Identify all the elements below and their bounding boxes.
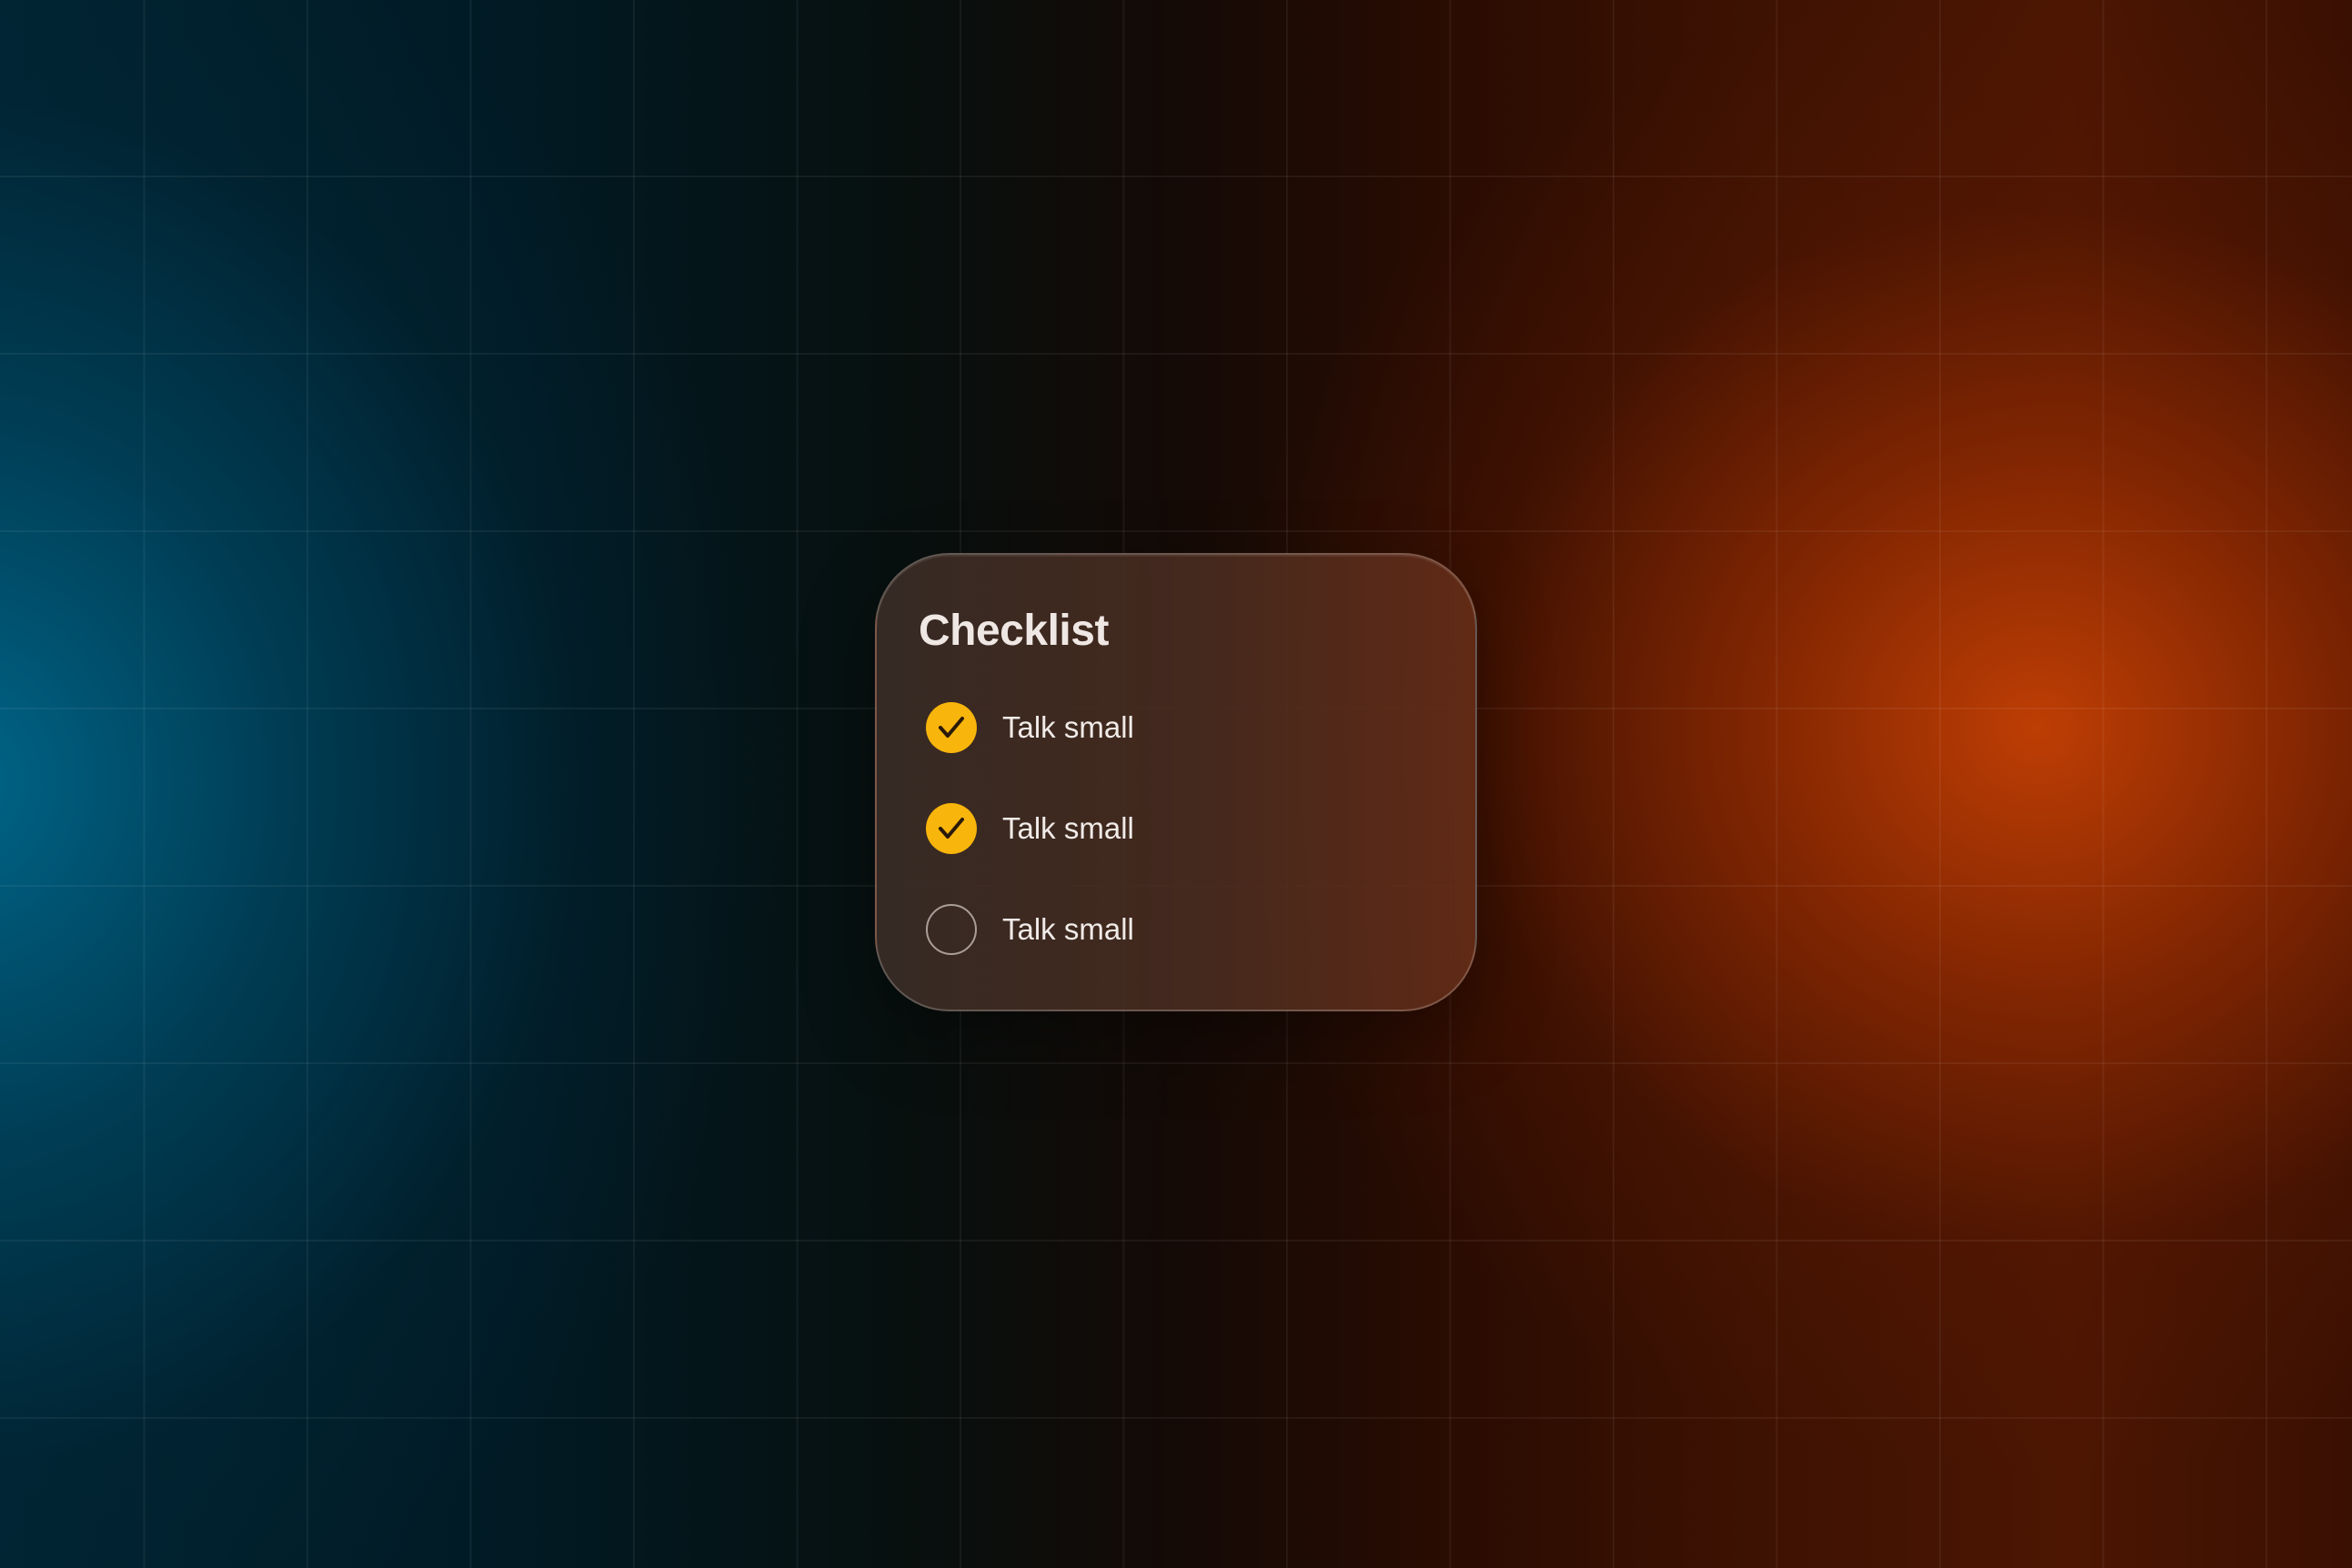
checkbox-checked-icon[interactable] bbox=[926, 803, 977, 854]
checklist-item[interactable]: Talk small bbox=[926, 902, 1134, 957]
checklist-card: Checklist Talk small Talk small Talk sma… bbox=[875, 553, 1477, 1011]
checklist-item-label: Talk small bbox=[1002, 912, 1134, 946]
checklist-item-label: Talk small bbox=[1002, 811, 1134, 845]
checkbox-unchecked-icon[interactable] bbox=[926, 904, 977, 955]
checklist-item[interactable]: Talk small bbox=[926, 801, 1134, 856]
checkbox-checked-icon[interactable] bbox=[926, 702, 977, 753]
checklist-title: Checklist bbox=[919, 607, 1109, 655]
checklist-item-label: Talk small bbox=[1002, 710, 1134, 744]
checklist-item[interactable]: Talk small bbox=[926, 700, 1134, 755]
